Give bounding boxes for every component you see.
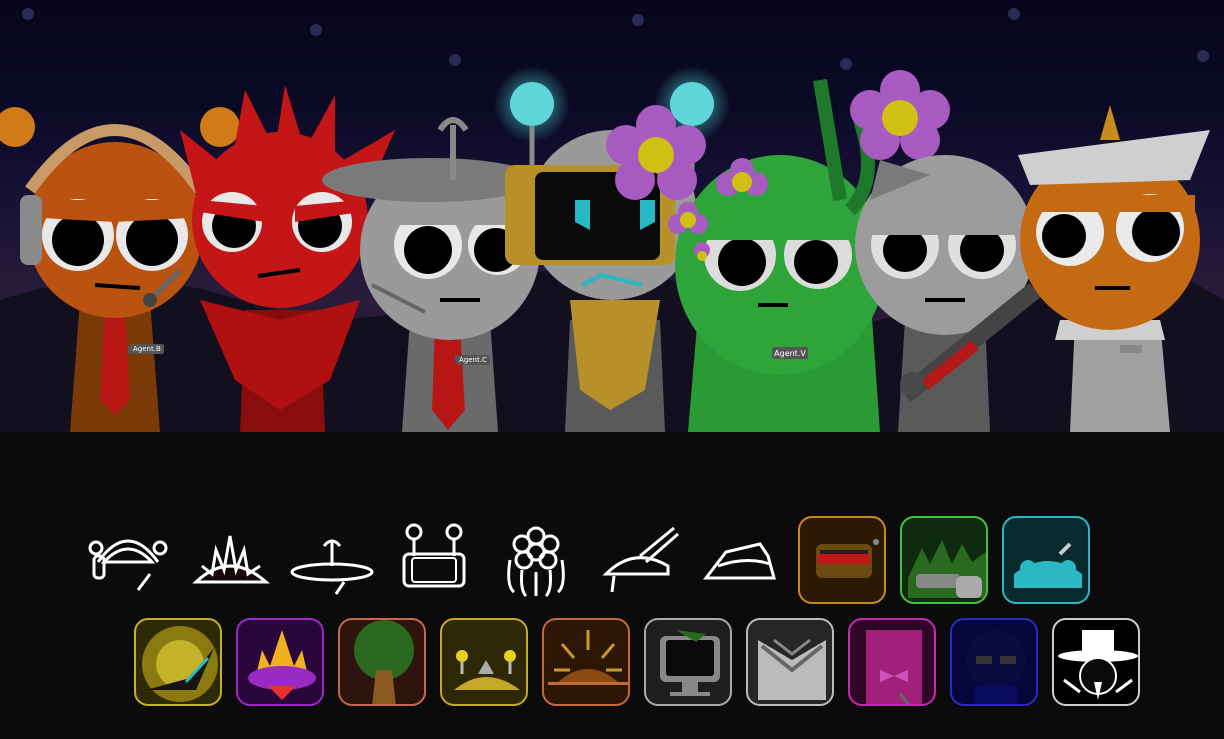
svg-text:Agent.V: Agent.V bbox=[774, 349, 806, 358]
minigun-icon[interactable] bbox=[900, 516, 988, 604]
pink-bow-icon[interactable] bbox=[848, 618, 936, 706]
star-field bbox=[22, 8, 1209, 70]
character-stage: Agent.V Agent.B Agent.C bbox=[0, 0, 1224, 432]
captain-hat-icon-glyph bbox=[702, 542, 776, 580]
top-hat-icon[interactable] bbox=[1052, 618, 1140, 706]
purple-flame-icon-glyph bbox=[248, 630, 316, 700]
tree-icon-glyph bbox=[354, 620, 414, 704]
blue-shades-icon[interactable] bbox=[950, 618, 1038, 706]
yellow-stealth-icon-glyph bbox=[142, 626, 218, 702]
monitor-icon-glyph bbox=[660, 630, 720, 696]
pink-bow-icon-glyph bbox=[866, 630, 922, 704]
antenna-hat-icon[interactable] bbox=[288, 516, 376, 604]
visor-icon-glyph bbox=[816, 539, 879, 578]
headphones-icon[interactable] bbox=[84, 516, 172, 604]
antenna-hat-icon-glyph bbox=[290, 539, 374, 595]
teal-bot-icon-glyph bbox=[1014, 542, 1082, 588]
flower-mane-icon-glyph bbox=[507, 526, 565, 598]
monitor-icon[interactable] bbox=[644, 618, 732, 706]
headphones-icon-glyph bbox=[88, 539, 168, 591]
stage-scene: Agent.V bbox=[0, 8, 1224, 432]
blue-shades-icon-glyph bbox=[966, 630, 1026, 704]
name-tag: Agent.B bbox=[130, 344, 164, 354]
gray-chevron-icon[interactable] bbox=[746, 618, 834, 706]
icon-palette bbox=[0, 432, 1224, 739]
yellow-stealth-icon[interactable] bbox=[134, 618, 222, 706]
tree-icon[interactable] bbox=[338, 618, 426, 706]
top-hat-icon-glyph bbox=[1058, 630, 1138, 700]
teal-bot-icon[interactable] bbox=[1002, 516, 1090, 604]
yellow-antenna-icon-glyph bbox=[454, 650, 520, 690]
robot-screen-icon-glyph bbox=[402, 523, 466, 588]
purple-flame-icon[interactable] bbox=[236, 618, 324, 706]
spiky-crown-icon-glyph bbox=[192, 535, 270, 584]
yellow-antenna-icon[interactable] bbox=[440, 618, 528, 706]
gray-chevron-icon-glyph bbox=[758, 638, 826, 700]
flower-mane-icon[interactable] bbox=[492, 516, 580, 604]
shotgun-hat-icon[interactable] bbox=[594, 516, 682, 604]
spiky-crown-icon[interactable] bbox=[186, 516, 274, 604]
minigun-icon-glyph bbox=[908, 540, 986, 598]
robot-screen-icon[interactable] bbox=[390, 516, 478, 604]
sun-crown-icon-glyph bbox=[548, 630, 628, 685]
captain-hat-icon[interactable] bbox=[696, 516, 784, 604]
visor-icon[interactable] bbox=[798, 516, 886, 604]
sun-crown-icon[interactable] bbox=[542, 618, 630, 706]
shotgun-hat-icon-glyph bbox=[602, 526, 679, 593]
name-tag: Agent.C bbox=[456, 355, 490, 365]
